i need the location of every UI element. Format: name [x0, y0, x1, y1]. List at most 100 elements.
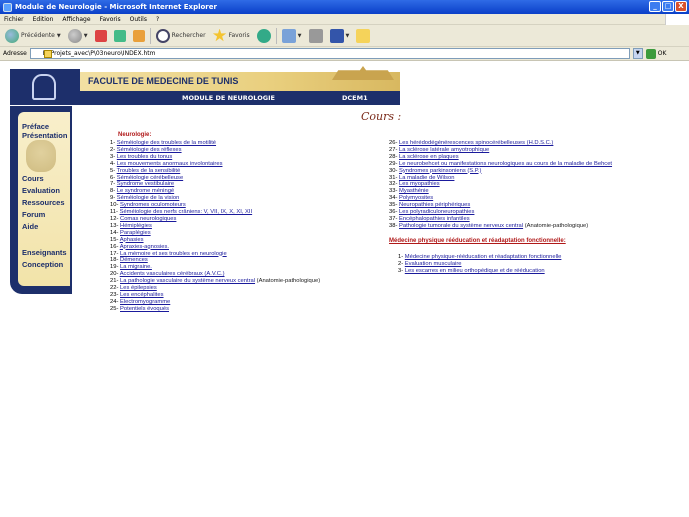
course-link[interactable]: Apraxies-agnosies.: [120, 244, 169, 250]
course-link[interactable]: Polymyosites: [399, 195, 433, 201]
course-number: 14-: [110, 229, 119, 236]
course-list-item: 2- Séméiologie des réflexes: [110, 147, 320, 154]
refresh-icon: [113, 29, 126, 42]
maximize-button[interactable]: □: [662, 1, 674, 12]
ie-icon: [3, 2, 12, 12]
course-link[interactable]: Troubles de la sensibilité: [117, 168, 181, 174]
course-link[interactable]: Pathologie tumorale du système nerveux c…: [399, 223, 523, 229]
course-list-item: 10- Syndromes oculomoteurs: [110, 202, 320, 209]
course-link[interactable]: Séméiologie des nerfs crâniens: V, VII, …: [120, 209, 253, 215]
site-header: FACULTE DE MEDECINE DE TUNIS MODULE DE N…: [10, 66, 400, 105]
media-button[interactable]: [255, 27, 273, 45]
course-link[interactable]: La sclérose en plaques: [399, 154, 459, 160]
course-link[interactable]: Les myopathies: [399, 181, 440, 187]
folder-icon: [356, 28, 371, 43]
course-link[interactable]: Paraplégies: [120, 230, 151, 236]
course-link[interactable]: Electromyogramme: [120, 299, 170, 305]
menu-edition[interactable]: Edition: [33, 16, 54, 23]
home-button[interactable]: [131, 27, 147, 45]
edit-button[interactable]: ▼: [328, 27, 352, 45]
menu-favoris[interactable]: Favoris: [100, 16, 121, 23]
media-icon: [256, 28, 271, 43]
course-link[interactable]: Hémiplégies: [120, 223, 152, 229]
course-link[interactable]: Accidents vasculaires cérébraux (A.V.C.): [120, 271, 225, 277]
course-link[interactable]: Démences: [120, 257, 148, 263]
toolbar-divider: [275, 27, 277, 44]
address-input[interactable]: [29, 48, 630, 59]
course-link[interactable]: Comas neurologiques: [120, 216, 176, 222]
course-link[interactable]: Les polyradiculoneuropathies: [399, 209, 474, 215]
menu-affichage[interactable]: Affichage: [62, 16, 90, 23]
course-link[interactable]: Le syndrome méningé: [117, 188, 174, 194]
course-link[interactable]: Les troubles du tonus: [117, 154, 172, 160]
course-list-item: 5- Troubles de la sensibilité: [110, 168, 320, 175]
course-list-item: 36- Les polyradiculoneuropathies: [389, 209, 612, 216]
course-number: 15-: [110, 236, 119, 243]
course-link[interactable]: La mémoire et ses troubles en neurologie: [120, 251, 227, 257]
course-number: 8-: [110, 188, 116, 195]
course-link[interactable]: Aphasies: [120, 237, 144, 243]
menu-fichier[interactable]: Fichier: [4, 16, 24, 23]
course-link[interactable]: Séméiologie cérébelleuse: [117, 175, 183, 181]
forward-button[interactable]: ▼: [66, 27, 90, 45]
course-link[interactable]: Médecine physique-rééducation et réadapt…: [405, 254, 562, 260]
folder-button[interactable]: [354, 27, 372, 45]
search-button[interactable]: Rechercher: [154, 27, 208, 45]
minimize-button[interactable]: _: [649, 1, 661, 12]
course-link[interactable]: Les escarres en milieu orthopédique et d…: [405, 268, 545, 274]
course-link[interactable]: Les épilepsies: [120, 285, 157, 291]
course-link[interactable]: Evaluation musculaire: [405, 261, 462, 267]
refresh-button[interactable]: [112, 27, 128, 45]
sidebar-item-ressources[interactable]: Ressources: [22, 198, 65, 207]
course-link[interactable]: La pathologie vasculaire du système nerv…: [120, 278, 255, 284]
course-link[interactable]: La maladie de Wilson: [399, 175, 454, 181]
sidebar-item-enseignants[interactable]: Enseignants: [22, 248, 67, 257]
mail-button[interactable]: ▼: [280, 27, 304, 45]
course-list-item: 13- Hémiplégies: [110, 223, 320, 230]
course-link[interactable]: Neuropathies périphériques: [399, 202, 470, 208]
course-link[interactable]: La migraine.: [120, 264, 152, 270]
course-link[interactable]: Potentiels évoqués: [120, 306, 169, 312]
course-link[interactable]: Séméiologie des réflexes: [117, 147, 182, 153]
course-number: 10-: [110, 202, 119, 209]
course-link[interactable]: Myasthénie: [399, 188, 429, 194]
window-title-bar: Module de Neurologie - Microsoft Interne…: [0, 0, 689, 14]
print-button[interactable]: [307, 27, 325, 45]
menu-outils[interactable]: Outils: [130, 16, 147, 23]
course-list-item: 37- Encéphalopathies infantiles: [389, 216, 612, 223]
course-link[interactable]: Encéphalopathies infantiles: [399, 216, 470, 222]
sidebar-item-aide[interactable]: Aide: [22, 222, 38, 231]
sidebar-item-cours[interactable]: Cours: [22, 174, 44, 183]
course-number: 23-: [110, 291, 119, 298]
sidebar-item-evaluation[interactable]: Evaluation: [22, 186, 60, 195]
course-link[interactable]: Les hérédodégénérescences spinocérébelle…: [399, 140, 553, 146]
course-link[interactable]: La sclérose latérale amyotrophique: [399, 147, 489, 153]
sidebar-item-forum[interactable]: Forum: [22, 210, 45, 219]
course-list-item: 12- Comas neurologiques: [110, 216, 320, 223]
close-button[interactable]: X: [675, 1, 687, 12]
course-link[interactable]: Séméiologie de la vision: [117, 195, 180, 201]
course-list-item: 22- Les épilepsies: [110, 285, 320, 292]
course-link[interactable]: Syndromes oculomoteurs: [120, 202, 186, 208]
toolbar-divider: [149, 27, 151, 44]
stop-icon: [94, 29, 107, 42]
course-link[interactable]: Les mouvements anormaux involontaires: [117, 161, 223, 167]
level-label: DCEM1: [342, 94, 368, 102]
header-banner: FACULTE DE MEDECINE DE TUNIS: [80, 66, 400, 91]
course-link[interactable]: Le neurobehcet ou manifestations neurolo…: [399, 161, 612, 167]
sidebar-item-conception[interactable]: Conception: [22, 260, 63, 269]
sidebar-item-presentation[interactable]: Présentation: [22, 131, 67, 140]
go-button[interactable]: OK: [645, 48, 666, 59]
menu-help[interactable]: ?: [156, 16, 159, 23]
address-dropdown-button[interactable]: ▼: [632, 48, 643, 59]
course-link[interactable]: Syndrome vestibulaire: [117, 181, 174, 187]
back-button[interactable]: Précédente ▼: [3, 27, 63, 45]
sidebar-item-preface[interactable]: Préface: [22, 122, 49, 131]
stop-button[interactable]: [93, 27, 109, 45]
course-link[interactable]: Syndromes parkinsoniens (S.P.): [399, 168, 481, 174]
course-link[interactable]: Les encéphalites: [120, 292, 164, 298]
neurologie-list-left: 1- Séméiologie des troubles de la motili…: [110, 140, 320, 313]
course-number: 17-: [110, 250, 119, 257]
course-link[interactable]: Séméiologie des troubles de la motilité: [117, 140, 216, 146]
favorites-button[interactable]: Favoris: [211, 27, 252, 45]
